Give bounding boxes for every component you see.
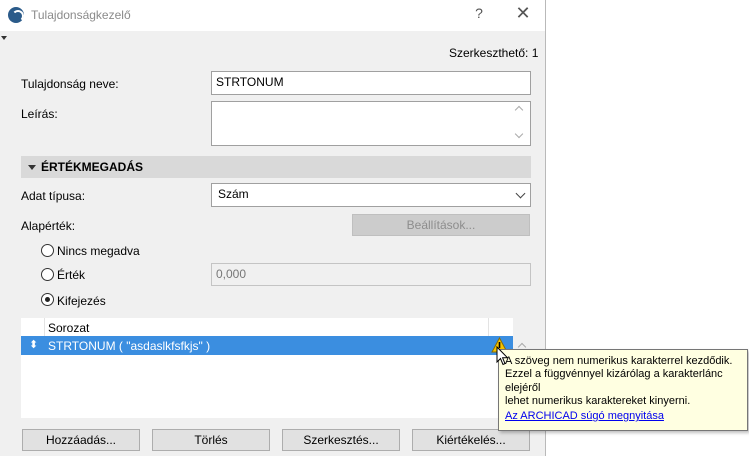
list-item[interactable]: ⬍ STRTONUM ( "asdaslkfsfkjs" ) <box>21 336 513 355</box>
default-value-label: Alapérték: <box>21 219 76 233</box>
data-type-label: Adat típusa: <box>21 189 86 203</box>
dropdown-marker-icon <box>1 36 7 40</box>
window-title: Tulajdonságkezelő <box>31 8 131 22</box>
evaluate-button[interactable]: Kiértékelés... <box>412 429 530 451</box>
value-field[interactable]: 0,000 <box>211 263 531 286</box>
radio-not-specified-label[interactable]: Nincs megadva <box>57 244 140 258</box>
expression-text: STRTONUM ( "asdaslkfsfkjs" ) <box>48 339 211 353</box>
settings-button[interactable]: Beállítások... <box>352 214 530 236</box>
section-title: ÉRTÉKMEGADÁS <box>41 160 144 174</box>
help-button[interactable]: ? <box>470 5 488 25</box>
property-name-label: Tulajdonság neve: <box>21 77 119 91</box>
column-header-series[interactable]: Sorozat <box>48 321 89 335</box>
edit-button[interactable]: Szerkesztés... <box>282 429 400 451</box>
warning-tooltip: A szöveg nem numerikus karakterrel kezdő… <box>498 349 748 431</box>
property-name-field[interactable]: STRTONUM <box>211 71 531 95</box>
property-manager-dialog: Tulajdonságkezelő ? ✕ Szerkeszthető: 1 T… <box>0 0 546 456</box>
radio-value[interactable] <box>41 268 54 281</box>
collapse-triangle-icon <box>28 165 36 170</box>
editable-count: Szerkeszthető: 1 <box>449 46 539 60</box>
list-header-divider-right <box>488 318 489 336</box>
tooltip-line: lehet numerikus karaktereket kinyerni. <box>505 394 691 407</box>
radio-not-specified[interactable] <box>41 244 54 257</box>
data-type-select[interactable]: Szám <box>211 183 531 207</box>
tooltip-line: A szöveg nem numerikus karakterrel kezdő… <box>505 355 733 367</box>
data-type-value: Szám <box>218 187 249 201</box>
description-label: Leírás: <box>21 107 58 121</box>
add-button[interactable]: Hozzáadás... <box>22 429 140 451</box>
radio-value-label[interactable]: Érték <box>57 268 85 282</box>
close-button[interactable]: ✕ <box>512 3 534 27</box>
description-field[interactable] <box>211 101 531 146</box>
radio-expression-label[interactable]: Kifejezés <box>57 294 106 308</box>
title-bar: Tulajdonságkezelő ? ✕ <box>0 0 545 31</box>
tooltip-line: Ezzel a függvénnyel kizárólag a karakter… <box>505 368 723 381</box>
archicad-app-icon <box>8 7 24 23</box>
expression-list[interactable]: Sorozat ⬍ STRTONUM ( "asdaslkfsfkjs" ) <box>21 318 513 418</box>
chevron-down-icon <box>515 188 526 199</box>
radio-expression[interactable] <box>41 293 54 306</box>
delete-button[interactable]: Törlés <box>152 429 270 451</box>
tooltip-line: elejéről <box>505 381 541 394</box>
list-header-divider-left <box>44 318 45 336</box>
value-definition-section-header[interactable]: ÉRTÉKMEGADÁS <box>21 156 531 178</box>
mouse-cursor-icon <box>496 346 509 366</box>
list-header: Sorozat <box>21 318 513 337</box>
drag-handle-icon[interactable]: ⬍ <box>29 337 38 353</box>
help-link[interactable]: Az ARCHICAD súgó megnyitása <box>505 410 741 423</box>
